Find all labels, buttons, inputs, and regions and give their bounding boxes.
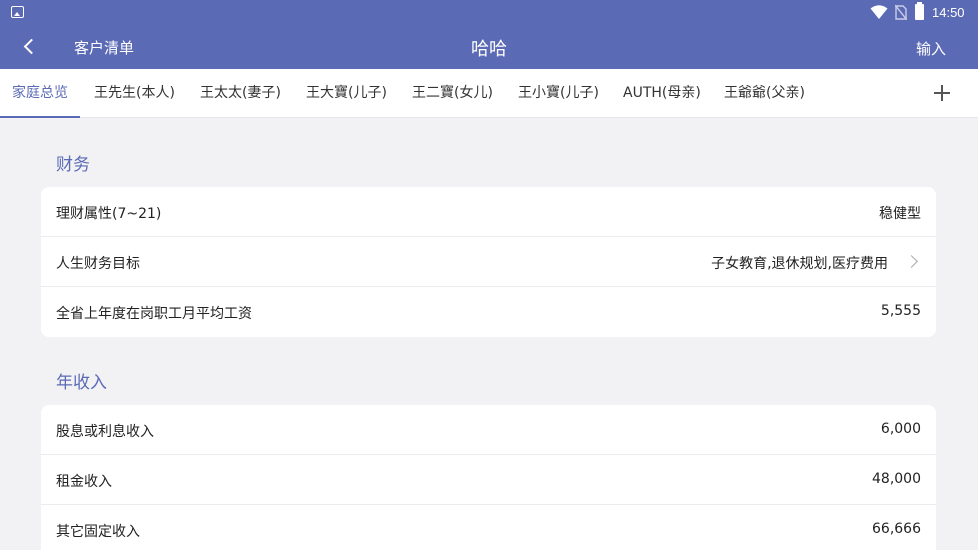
list-item[interactable]: 理财属性(7~21) 稳健型 bbox=[41, 187, 936, 237]
section-title-income: 年收入 bbox=[56, 373, 107, 393]
list-item[interactable]: 全省上年度在岗职工月平均工资 5,555 bbox=[41, 287, 936, 337]
finance-card: 理财属性(7~21) 稳健型 人生财务目标 子女教育,退休规划,医疗费用 全省上… bbox=[41, 187, 936, 337]
section-title-finance: 财务 bbox=[56, 155, 90, 175]
row-label: 股息或利息收入 bbox=[56, 424, 154, 440]
tab-member[interactable]: 王二寶(女儿) bbox=[412, 69, 493, 118]
tab-family-overview[interactable]: 家庭总览 bbox=[0, 69, 80, 118]
member-tabs: 家庭总览 王先生(本人) 王太太(妻子) 王大寶(儿子) 王二寶(女儿) 王小寶… bbox=[0, 69, 978, 118]
wifi-icon bbox=[870, 5, 888, 19]
battery-icon bbox=[915, 2, 924, 20]
tab-member[interactable]: 王先生(本人) bbox=[94, 69, 175, 118]
tab-member[interactable]: AUTH(母亲) bbox=[623, 69, 701, 118]
list-item[interactable]: 租金收入 48,000 bbox=[41, 455, 936, 505]
row-value: 子女教育,退休规划,医疗费用 bbox=[711, 256, 888, 272]
add-member-icon[interactable] bbox=[930, 81, 954, 105]
chevron-right-icon bbox=[905, 255, 918, 268]
status-bar: 14:50 bbox=[0, 0, 978, 26]
list-item[interactable]: 人生财务目标 子女教育,退休规划,医疗费用 bbox=[41, 237, 936, 287]
image-notification-icon bbox=[11, 6, 24, 18]
no-sim-icon bbox=[895, 5, 907, 20]
app-bar: 客户清单 哈哈 输入 bbox=[0, 26, 978, 69]
clock: 14:50 bbox=[932, 5, 965, 20]
row-label: 租金收入 bbox=[56, 474, 112, 490]
row-label: 全省上年度在岗职工月平均工资 bbox=[56, 306, 252, 322]
row-value: 5,555 bbox=[880, 303, 921, 319]
row-value: 48,000 bbox=[872, 471, 921, 487]
row-value: 稳健型 bbox=[879, 206, 921, 222]
input-button[interactable]: 输入 bbox=[916, 38, 946, 59]
list-item[interactable]: 其它固定收入 66,666 bbox=[41, 505, 936, 550]
row-label: 人生财务目标 bbox=[56, 256, 140, 272]
row-label: 理财属性(7~21) bbox=[56, 206, 162, 222]
list-item[interactable]: 股息或利息收入 6,000 bbox=[41, 405, 936, 455]
row-value: 66,666 bbox=[872, 521, 921, 537]
tab-member[interactable]: 王大寶(儿子) bbox=[306, 69, 387, 118]
row-value: 6,000 bbox=[880, 421, 921, 437]
tab-member[interactable]: 王爺爺(父亲) bbox=[724, 69, 805, 118]
tab-member[interactable]: 王小寶(儿子) bbox=[518, 69, 599, 118]
row-label: 其它固定收入 bbox=[56, 524, 140, 540]
tab-member[interactable]: 王太太(妻子) bbox=[200, 69, 281, 118]
income-card: 股息或利息收入 6,000 租金收入 48,000 其它固定收入 66,666 bbox=[41, 405, 936, 550]
page-title: 哈哈 bbox=[471, 39, 507, 60]
